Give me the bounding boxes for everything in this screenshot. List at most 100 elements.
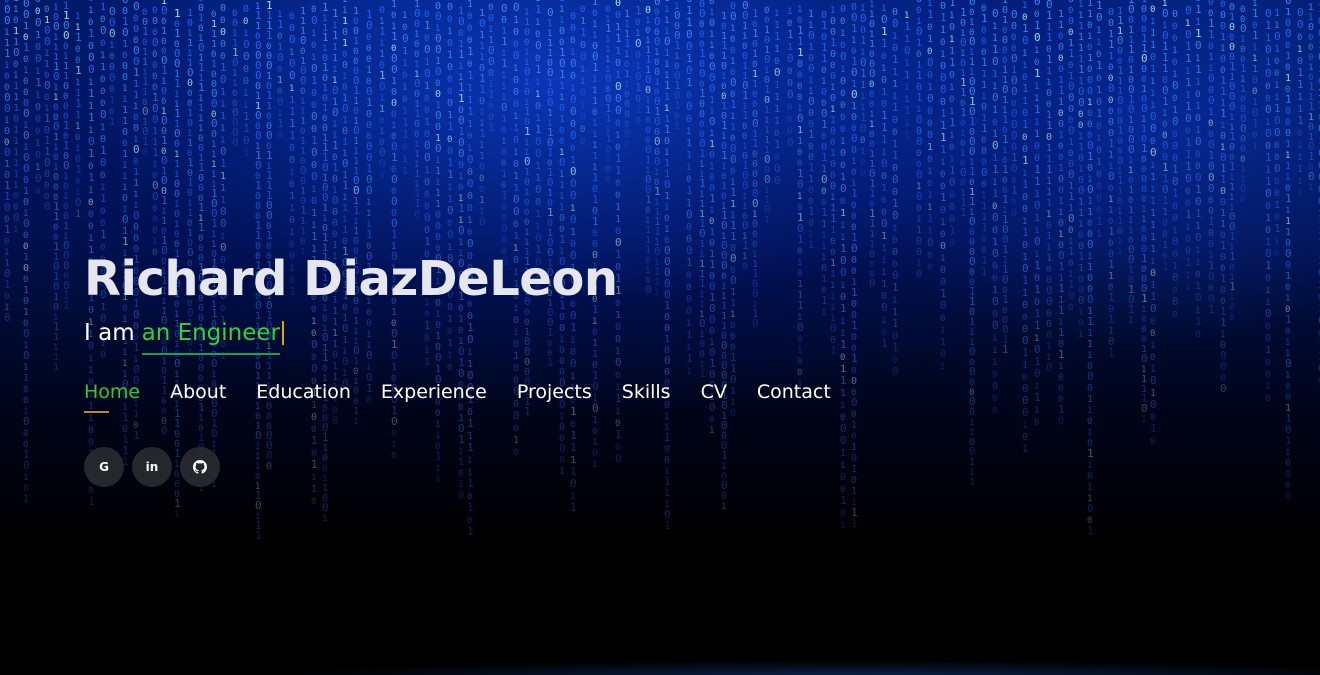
svg-text:1: 1 bbox=[1087, 339, 1093, 350]
svg-text:1: 1 bbox=[23, 373, 29, 384]
svg-text:1: 1 bbox=[730, 98, 737, 111]
svg-text:1: 1 bbox=[1150, 341, 1155, 351]
svg-text:1: 1 bbox=[133, 102, 138, 112]
svg-text:1: 1 bbox=[63, 119, 70, 132]
svg-text:0: 0 bbox=[488, 68, 494, 79]
svg-text:0: 0 bbox=[645, 125, 651, 136]
svg-text:1: 1 bbox=[709, 162, 714, 172]
svg-text:1: 1 bbox=[1087, 9, 1093, 20]
nav-projects[interactable]: Projects bbox=[517, 379, 592, 405]
svg-text:1: 1 bbox=[860, 147, 865, 157]
svg-text:1: 1 bbox=[4, 278, 11, 291]
svg-text:1: 1 bbox=[1265, 151, 1272, 164]
nav-education[interactable]: Education bbox=[256, 379, 351, 405]
svg-text:1: 1 bbox=[592, 215, 599, 228]
svg-text:0: 0 bbox=[122, 61, 128, 72]
svg-text:0: 0 bbox=[699, 7, 706, 20]
svg-text:0: 0 bbox=[1285, 491, 1291, 502]
svg-text:1: 1 bbox=[1058, 9, 1064, 20]
nav-contact[interactable]: Contact bbox=[757, 379, 831, 405]
svg-text:0: 0 bbox=[161, 86, 167, 97]
svg-text:1: 1 bbox=[949, 224, 956, 237]
svg-text:1: 1 bbox=[311, 230, 318, 243]
svg-text:1: 1 bbox=[1046, 9, 1053, 22]
svg-text:0: 0 bbox=[592, 108, 597, 118]
svg-text:1: 1 bbox=[13, 0, 19, 4]
svg-text:0: 0 bbox=[1141, 352, 1148, 365]
nav-cv[interactable]: CV bbox=[701, 379, 727, 405]
nav-home[interactable]: Home bbox=[84, 379, 140, 413]
svg-text:1: 1 bbox=[1058, 20, 1064, 31]
typing-cursor bbox=[282, 321, 285, 345]
svg-text:0: 0 bbox=[88, 63, 95, 76]
nav-experience[interactable]: Experience bbox=[381, 379, 487, 405]
svg-text:1: 1 bbox=[133, 79, 139, 90]
svg-text:0: 0 bbox=[220, 16, 225, 26]
svg-text:0: 0 bbox=[243, 76, 249, 87]
svg-text:0: 0 bbox=[100, 156, 107, 169]
svg-text:1: 1 bbox=[892, 101, 899, 114]
svg-text:0: 0 bbox=[797, 82, 802, 92]
svg-text:0: 0 bbox=[1087, 471, 1093, 482]
svg-text:1: 1 bbox=[35, 30, 41, 41]
svg-text:0: 0 bbox=[1087, 293, 1094, 306]
svg-text:1: 1 bbox=[220, 183, 226, 194]
svg-text:1: 1 bbox=[391, 76, 397, 87]
svg-text:1: 1 bbox=[1185, 52, 1192, 65]
svg-text:0: 0 bbox=[1208, 0, 1213, 8]
svg-text:0: 0 bbox=[277, 51, 284, 64]
svg-text:0: 0 bbox=[752, 197, 759, 210]
svg-text:1: 1 bbox=[311, 74, 318, 87]
svg-text:1: 1 bbox=[1002, 113, 1009, 126]
svg-text:0: 0 bbox=[559, 126, 564, 136]
svg-text:1: 1 bbox=[1128, 205, 1134, 216]
svg-text:0: 0 bbox=[570, 213, 577, 226]
svg-text:1: 1 bbox=[821, 118, 828, 131]
svg-text:0: 0 bbox=[133, 24, 139, 35]
svg-text:1: 1 bbox=[1058, 97, 1064, 108]
svg-text:0: 0 bbox=[1117, 154, 1124, 167]
svg-text:1: 1 bbox=[535, 18, 540, 28]
svg-text:0: 0 bbox=[774, 66, 781, 79]
svg-text:0: 0 bbox=[1096, 170, 1101, 180]
svg-text:0: 0 bbox=[1150, 146, 1157, 159]
svg-text:0: 0 bbox=[458, 224, 465, 237]
svg-text:1: 1 bbox=[1058, 304, 1065, 317]
svg-text:1: 1 bbox=[1252, 7, 1259, 20]
svg-text:1: 1 bbox=[75, 110, 81, 121]
svg-text:0: 0 bbox=[1078, 274, 1084, 285]
svg-text:1: 1 bbox=[904, 130, 910, 141]
svg-text:0: 0 bbox=[730, 10, 737, 23]
svg-text:0: 0 bbox=[580, 5, 585, 15]
svg-text:0: 0 bbox=[513, 220, 518, 230]
svg-text:0: 0 bbox=[44, 156, 51, 169]
nav-skills[interactable]: Skills bbox=[622, 379, 671, 405]
linkedin-button[interactable]: in bbox=[132, 447, 172, 487]
svg-text:1: 1 bbox=[969, 418, 974, 428]
svg-text:1: 1 bbox=[513, 15, 519, 26]
google-button[interactable]: G bbox=[84, 447, 124, 487]
svg-text:1: 1 bbox=[927, 190, 933, 201]
svg-text:1: 1 bbox=[709, 95, 715, 106]
svg-text:0: 0 bbox=[391, 173, 398, 186]
svg-text:0: 0 bbox=[1011, 129, 1018, 142]
svg-text:0: 0 bbox=[840, 4, 846, 15]
svg-text:1: 1 bbox=[23, 252, 29, 263]
svg-text:1: 1 bbox=[927, 8, 934, 21]
svg-text:0: 0 bbox=[501, 15, 507, 26]
svg-text:1: 1 bbox=[592, 193, 599, 206]
nav-about[interactable]: About bbox=[170, 379, 226, 405]
svg-text:1: 1 bbox=[13, 26, 19, 37]
svg-text:1: 1 bbox=[1220, 85, 1227, 98]
github-button[interactable] bbox=[180, 447, 220, 487]
svg-text:0: 0 bbox=[133, 209, 140, 222]
svg-text:0: 0 bbox=[1172, 94, 1177, 104]
svg-text:1: 1 bbox=[174, 159, 180, 170]
svg-text:0: 0 bbox=[277, 65, 282, 75]
svg-text:1: 1 bbox=[904, 118, 910, 129]
svg-text:0: 0 bbox=[992, 7, 999, 20]
svg-text:1: 1 bbox=[220, 100, 225, 110]
svg-text:1: 1 bbox=[13, 81, 19, 92]
svg-text:0: 0 bbox=[211, 129, 217, 140]
svg-text:0: 0 bbox=[1078, 231, 1083, 241]
